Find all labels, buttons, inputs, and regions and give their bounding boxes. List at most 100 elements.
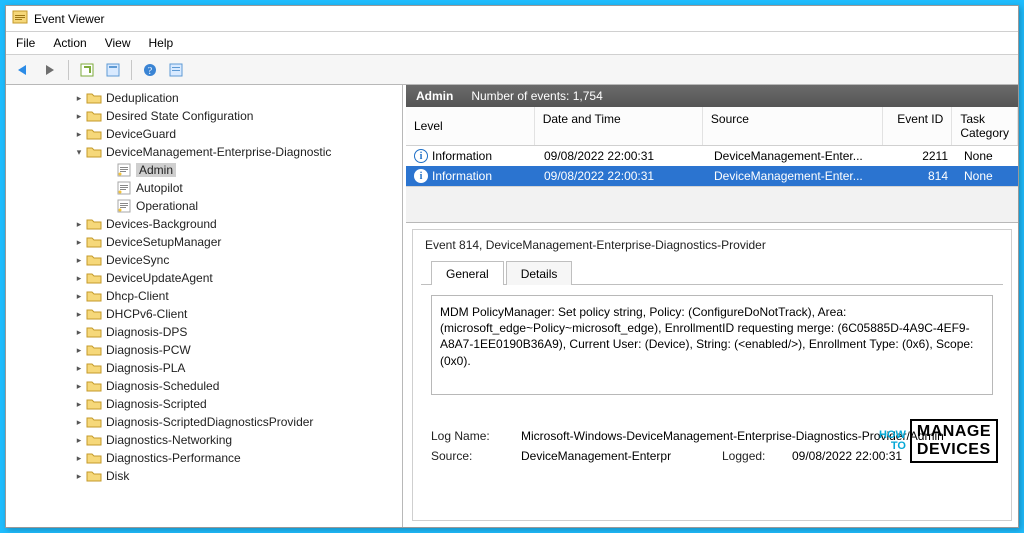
tree-folder[interactable]: ▸ Dhcp-Client	[6, 287, 402, 305]
window-title: Event Viewer	[34, 12, 104, 26]
back-button[interactable]	[12, 59, 36, 81]
tree-folder[interactable]: ▸ Devices-Background	[6, 215, 402, 233]
tree-item-label[interactable]: Diagnosis-PCW	[106, 343, 191, 357]
tree-item-label[interactable]: DeviceSync	[106, 253, 169, 267]
expand-arrow-icon[interactable]: ▸	[72, 399, 86, 410]
tree-item-label[interactable]: Deduplication	[106, 91, 179, 105]
expand-arrow-icon[interactable]: ▸	[72, 255, 86, 266]
menu-action[interactable]: Action	[53, 36, 86, 50]
tree-item-label[interactable]: Disk	[106, 469, 129, 483]
tree-item-label[interactable]: Admin	[136, 163, 176, 177]
action-log-button[interactable]	[164, 59, 188, 81]
tree-item-label[interactable]: Desired State Configuration	[106, 109, 253, 123]
tree-pane[interactable]: ▸ Deduplication ▸ Desired State Configurati…	[6, 85, 403, 527]
tree-folder[interactable]: ▸ DeviceUpdateAgent	[6, 269, 402, 287]
expand-arrow-icon[interactable]: ▸	[72, 273, 86, 284]
menubar: File Action View Help	[6, 32, 1018, 55]
expand-arrow-icon[interactable]: ▸	[72, 435, 86, 446]
expand-arrow-icon[interactable]: ▸	[72, 363, 86, 374]
expand-arrow-icon[interactable]: ▸	[72, 309, 86, 320]
tree-item-label[interactable]: Diagnosis-Scripted	[106, 397, 207, 411]
col-eventid[interactable]: Event ID	[883, 107, 952, 145]
expand-arrow-icon[interactable]: ▸	[72, 219, 86, 230]
tree-item-label[interactable]: Operational	[136, 199, 198, 213]
expand-arrow-icon[interactable]: ▸	[72, 471, 86, 482]
expand-arrow-icon[interactable]: ▸	[72, 453, 86, 464]
detail-title: Event 814, DeviceManagement-Enterprise-D…	[421, 238, 1003, 260]
tree-item-label[interactable]: Diagnosis-Scheduled	[106, 379, 219, 393]
event-detail: Event 814, DeviceManagement-Enterprise-D…	[412, 229, 1012, 521]
tree-folder[interactable]: ▸ Diagnosis-PLA	[6, 359, 402, 377]
expand-arrow-icon[interactable]: ▸	[72, 345, 86, 356]
tree-folder[interactable]: ▸ DeviceGuard	[6, 125, 402, 143]
tree-folder[interactable]: ▸ Diagnosis-Scripted	[6, 395, 402, 413]
event-message[interactable]: MDM PolicyManager: Set policy string, Po…	[431, 295, 993, 395]
event-count: Number of events: 1,754	[471, 89, 602, 103]
help-button[interactable]: ?	[138, 59, 162, 81]
expand-arrow-icon[interactable]: ▸	[72, 93, 86, 104]
tree-item-label[interactable]: Devices-Background	[106, 217, 217, 231]
tree-item-label[interactable]: Dhcp-Client	[106, 289, 169, 303]
tab-details[interactable]: Details	[506, 261, 573, 285]
tab-general[interactable]: General	[431, 261, 504, 285]
tree-folder[interactable]: ▸ Diagnosis-PCW	[6, 341, 402, 359]
tree-folder[interactable]: ▸ Disk	[6, 467, 402, 485]
tree-folder[interactable]: ▸ DHCPv6-Client	[6, 305, 402, 323]
folder-icon	[86, 109, 102, 123]
tree-folder[interactable]: ▸ Desired State Configuration	[6, 107, 402, 125]
tree-item-label[interactable]: DeviceUpdateAgent	[106, 271, 213, 285]
forward-button[interactable]	[38, 59, 62, 81]
tree-item-label[interactable]: Diagnosis-PLA	[106, 361, 185, 375]
tree-item-label[interactable]: Diagnosis-DPS	[106, 325, 187, 339]
tree-item-label[interactable]: Autopilot	[136, 181, 183, 195]
tree-log[interactable]: ▸Autopilot	[6, 179, 402, 197]
tree-item-label[interactable]: DeviceManagement-Enterprise-Diagnostic	[106, 145, 331, 159]
tree-folder[interactable]: ▸ Diagnosis-Scheduled	[6, 377, 402, 395]
tree-item-label[interactable]: DeviceGuard	[106, 127, 176, 141]
tree-log[interactable]: ▸Operational	[6, 197, 402, 215]
tree-item-label[interactable]: DHCPv6-Client	[106, 307, 187, 321]
event-row[interactable]: iInformation09/08/2022 22:00:31DeviceMan…	[406, 166, 1018, 186]
tree-folder[interactable]: ▸ Diagnostics-Networking	[6, 431, 402, 449]
expand-arrow-icon[interactable]: ▸	[72, 417, 86, 428]
app-icon	[12, 9, 28, 28]
tree-folder[interactable]: ▸ Diagnosis-ScriptedDiagnosticsProvider	[6, 413, 402, 431]
expand-arrow-icon[interactable]: ▸	[72, 327, 86, 338]
list-scroll-area[interactable]	[406, 186, 1018, 222]
tree-folder[interactable]: ▸ Deduplication	[6, 89, 402, 107]
tree-folder[interactable]: ▸ DeviceSetupManager	[6, 233, 402, 251]
column-headers[interactable]: Level Date and Time Source Event ID Task…	[406, 107, 1018, 146]
event-row[interactable]: iInformation09/08/2022 22:00:31DeviceMan…	[406, 146, 1018, 166]
menu-help[interactable]: Help	[149, 36, 174, 50]
tree-folder[interactable]: ▾ DeviceManagement-Enterprise-Diagnostic	[6, 143, 402, 161]
event-list[interactable]: Level Date and Time Source Event ID Task…	[406, 107, 1018, 223]
properties-button[interactable]	[101, 59, 125, 81]
expand-arrow-icon[interactable]: ▸	[72, 111, 86, 122]
log-tree[interactable]: ▸ Deduplication ▸ Desired State Configurati…	[6, 89, 402, 485]
label-logged: Logged:	[722, 449, 792, 463]
col-level[interactable]: Level	[406, 107, 535, 145]
folder-icon	[86, 127, 102, 141]
expand-arrow-icon[interactable]: ▸	[72, 129, 86, 140]
menu-view[interactable]: View	[105, 36, 131, 50]
tree-folder[interactable]: ▸ Diagnosis-DPS	[6, 323, 402, 341]
tree-item-label[interactable]: DeviceSetupManager	[106, 235, 221, 249]
tree-log[interactable]: ▸Admin	[6, 161, 402, 179]
tree-item-label[interactable]: Diagnostics-Networking	[106, 433, 232, 447]
tree-item-label[interactable]: Diagnostics-Performance	[106, 451, 241, 465]
tree-folder[interactable]: ▸ DeviceSync	[6, 251, 402, 269]
expand-arrow-icon[interactable]: ▸	[72, 291, 86, 302]
tree-folder[interactable]: ▸ Diagnostics-Performance	[6, 449, 402, 467]
col-category[interactable]: Task Category	[952, 107, 1018, 145]
folder-icon	[86, 397, 102, 411]
folder-icon	[86, 217, 102, 231]
expand-arrow-icon[interactable]: ▸	[72, 381, 86, 392]
col-date[interactable]: Date and Time	[535, 107, 703, 145]
value-logged: 09/08/2022 22:00:31	[792, 449, 993, 463]
col-source[interactable]: Source	[703, 107, 883, 145]
tree-item-label[interactable]: Diagnosis-ScriptedDiagnosticsProvider	[106, 415, 313, 429]
expand-arrow-icon[interactable]: ▸	[72, 237, 86, 248]
refresh-button[interactable]	[75, 59, 99, 81]
menu-file[interactable]: File	[16, 36, 35, 50]
expand-arrow-icon[interactable]: ▾	[72, 147, 86, 158]
